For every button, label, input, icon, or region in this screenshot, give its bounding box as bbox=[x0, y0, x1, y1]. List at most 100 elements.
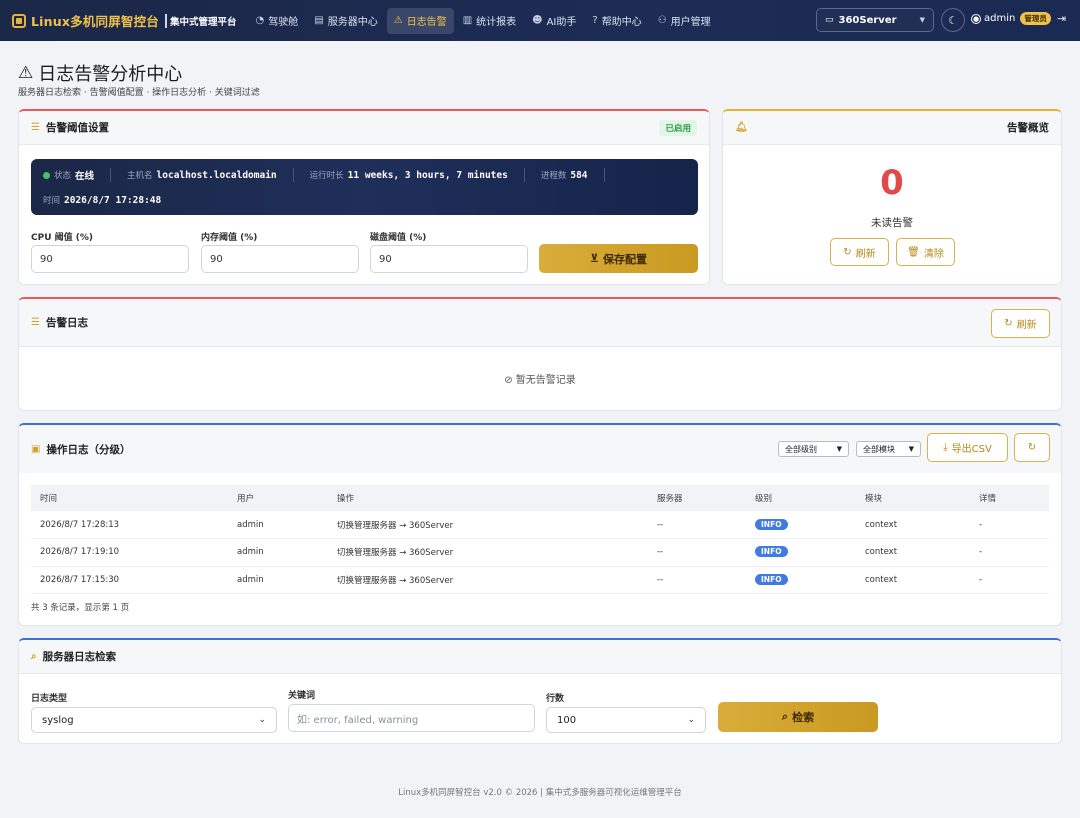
nav-item-0[interactable]: ◔ 驾驶舱 bbox=[249, 8, 306, 34]
table-row[interactable]: 2026/8/7 17:28:13 admin 切换管理服务器 → 360Serve… bbox=[31, 511, 1049, 539]
lines-label: 行数 bbox=[546, 694, 565, 704]
host-label: 主机名 bbox=[127, 171, 153, 181]
overview-refresh-button[interactable]: ↻ 刷新 bbox=[830, 238, 889, 266]
logout-icon[interactable]: ⇥ bbox=[1057, 12, 1066, 25]
monitor-icon: ▭ bbox=[825, 15, 834, 25]
keyword-label: 关键词 bbox=[288, 691, 316, 701]
user-menu[interactable]: ● admin 管理员 bbox=[971, 12, 1051, 25]
page-title-text: 日志告警分析中心 bbox=[38, 64, 183, 85]
nav-item-3[interactable]: ▥ 统计报表 bbox=[456, 8, 523, 34]
chevron-down-icon: ⌄ bbox=[687, 715, 695, 725]
lines-value: 100 bbox=[557, 714, 577, 726]
table-cell: 2026/8/7 17:15:30 bbox=[31, 566, 228, 594]
column-header: 用户 bbox=[228, 485, 328, 511]
alert-overview-card: 🔔︎ 告警概览 0 未读告警 ↻ 刷新 🗑︎ 清除 bbox=[722, 109, 1062, 285]
nav-item-2[interactable]: ⚠ 日志告警 bbox=[386, 7, 454, 34]
state-label: 状态 bbox=[54, 171, 72, 181]
disk-threshold-input[interactable]: 90 bbox=[370, 245, 528, 273]
export-csv-label: 导出CSV bbox=[951, 444, 992, 455]
unread-alert-label: 未读告警 bbox=[871, 217, 913, 229]
server-select-value: 360Server bbox=[838, 14, 897, 26]
log-type-label: 日志类型 bbox=[31, 694, 68, 704]
status-row-time: 时间 2026/8/7 17:28:48 bbox=[43, 194, 162, 207]
overview-card-header: 🔔︎ 告警概览 bbox=[723, 111, 1061, 145]
operation-log-title: 操作日志（分级） bbox=[46, 443, 131, 456]
table-cell: 2026/8/7 17:19:10 bbox=[31, 538, 228, 567]
alert-log-refresh-button[interactable]: ↻ 刷新 bbox=[991, 309, 1050, 338]
server-select[interactable]: ▭ 360Server ▼ bbox=[816, 8, 934, 32]
nav-item-5[interactable]: ? 帮助中心 bbox=[585, 8, 648, 34]
main-nav: ◔ 驾驶舱 ▤ 服务器中心 ⚠ 日志告警 ▥ 统计报表 ☻ AI助手? 帮助中心 ⚇ 用户管理 bbox=[249, 7, 720, 34]
mem-threshold-label: 内存阈值 (%) bbox=[201, 233, 258, 243]
status-badge: 已启用 bbox=[659, 119, 697, 136]
nav-item-6[interactable]: ⚇ 用户管理 bbox=[651, 8, 718, 34]
column-header: 详情 bbox=[970, 485, 1049, 511]
table-cell: context bbox=[856, 538, 970, 567]
page-title: ⚠ 日志告警分析中心 bbox=[18, 60, 182, 86]
user-icon: ● bbox=[971, 13, 981, 24]
proc-value: 584 bbox=[570, 169, 588, 181]
log-search-header: ⌕ 服务器日志检索 bbox=[19, 640, 1061, 674]
nav-item-4[interactable]: ☻ AI助手 bbox=[525, 8, 583, 34]
chevron-down-icon: ▼ bbox=[908, 445, 914, 453]
proc-label: 进程数 bbox=[540, 171, 567, 181]
nav-item-label: 统计报表 bbox=[476, 17, 517, 28]
level-badge: INFO bbox=[755, 518, 788, 530]
table-cell: context bbox=[856, 511, 970, 539]
list-icon: ☰ bbox=[31, 317, 40, 328]
brand[interactable]: Linux多机同屏智控台 集中式管理平台 bbox=[12, 11, 237, 30]
refresh-icon: ↻ bbox=[1027, 442, 1037, 453]
log-type-select[interactable]: syslog ⌄ bbox=[31, 707, 277, 733]
alert-log-refresh-label: 刷新 bbox=[1016, 320, 1037, 331]
threshold-card-title: 告警阈值设置 bbox=[45, 122, 109, 134]
role-badge: 管理员 bbox=[1020, 12, 1051, 25]
export-csv-button[interactable]: ⤓ 导出CSV bbox=[927, 433, 1008, 462]
time-label: 时间 bbox=[43, 196, 61, 206]
document-icon: ▣ bbox=[31, 443, 41, 455]
column-header: 级别 bbox=[746, 485, 856, 511]
uptime-label: 运行时长 bbox=[309, 171, 344, 181]
table-cell: INFO bbox=[746, 511, 856, 539]
theme-toggle-button[interactable]: ☾ bbox=[941, 8, 965, 32]
divider bbox=[292, 168, 294, 182]
nav-item-label: 帮助中心 bbox=[601, 17, 642, 28]
check-circle-icon: ⊘ bbox=[504, 375, 513, 386]
cpu-threshold-input[interactable]: 90 bbox=[31, 245, 189, 273]
table-row[interactable]: 2026/8/7 17:15:30 admin 切换管理服务器 → 360Serve… bbox=[31, 566, 1049, 594]
table-cell: 切换管理服务器 → 360Server bbox=[328, 566, 648, 594]
page-subtitle: 服务器日志检索 · 告警阈值配置 · 操作日志分析 · 关键词过滤 bbox=[18, 88, 260, 98]
table-cell: 切换管理服务器 → 360Server bbox=[328, 511, 648, 539]
time-value: 2026/8/7 17:28:48 bbox=[64, 194, 162, 206]
module-filter-select[interactable]: 全部模块 ▼ bbox=[856, 441, 921, 457]
keyword-input[interactable]: 如: error, failed, warning bbox=[288, 704, 535, 732]
table-row[interactable]: 2026/8/7 17:19:10 admin 切换管理服务器 → 360Serve… bbox=[31, 538, 1049, 567]
table-cell: admin bbox=[228, 538, 328, 567]
warning-icon: ⚠ bbox=[18, 63, 34, 83]
table-cell: -- bbox=[648, 511, 746, 539]
log-search-card: ⌕ 服务器日志检索 日志类型 syslog ⌄ 关键词 如: error, fa… bbox=[18, 638, 1062, 744]
table-summary: 共 3 条记录，显示第 1 页 bbox=[31, 603, 130, 613]
search-button[interactable]: ⌕ 检索 bbox=[718, 702, 878, 732]
mem-threshold-input[interactable]: 90 bbox=[201, 245, 359, 273]
save-config-button[interactable]: ⊻ 保存配置 bbox=[539, 244, 698, 273]
lines-select[interactable]: 100 ⌄ bbox=[546, 707, 706, 733]
save-icon: ⊻ bbox=[590, 252, 599, 265]
robot-icon: ☻ bbox=[532, 15, 543, 26]
status-row-main: 状态 在线 主机名 localhost.localdomain 运行时长 11 … bbox=[43, 168, 621, 182]
server-icon: ▤ bbox=[314, 15, 324, 26]
nav-item-1[interactable]: ▤ 服务器中心 bbox=[307, 8, 384, 34]
overview-clear-button[interactable]: 🗑︎ 清除 bbox=[896, 238, 955, 266]
help-icon: ? bbox=[592, 15, 598, 26]
table-cell: 2026/8/7 17:28:13 bbox=[31, 511, 228, 539]
table-cell: INFO bbox=[746, 538, 856, 567]
bar-chart-icon: ▥ bbox=[462, 15, 473, 26]
divider bbox=[523, 168, 525, 182]
chevron-down-icon: ⌄ bbox=[258, 715, 266, 725]
alert-log-title: 告警日志 bbox=[45, 317, 88, 329]
operation-log-refresh-button[interactable]: ↻ bbox=[1014, 433, 1050, 462]
level-filter-select[interactable]: 全部级别 ▼ bbox=[778, 441, 849, 457]
threshold-card-header: ☰ 告警阈值设置 已启用 bbox=[19, 111, 709, 145]
log-type-value: syslog bbox=[42, 714, 74, 726]
trash-icon: 🗑︎ bbox=[907, 246, 920, 258]
nav-item-label: 驾驶舱 bbox=[268, 17, 299, 28]
